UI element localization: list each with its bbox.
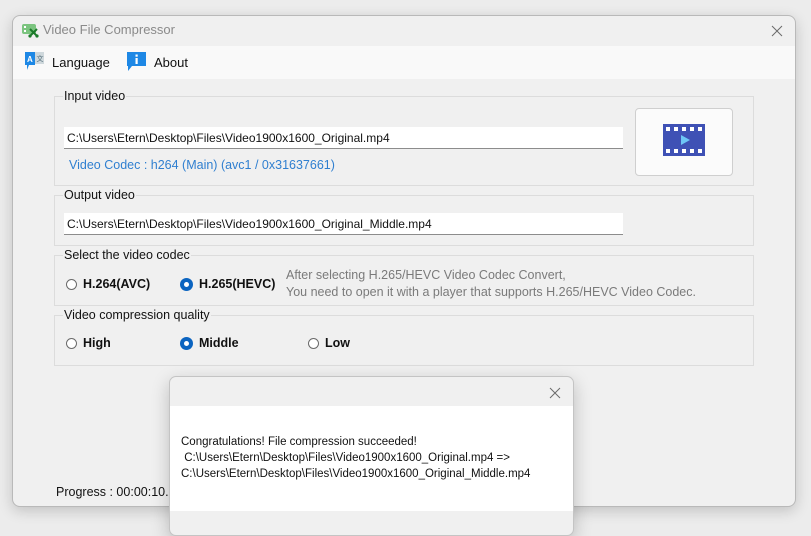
codec-hint-line1: After selecting H.265/HEVC Video Codec C… [286,268,566,282]
radio-label-high: High [83,336,111,350]
radio-h265[interactable]: H.265(HEVC) [180,277,275,291]
input-codec-info: Video Codec : h264 (Main) (avc1 / 0x3163… [69,158,335,172]
codec-label: Select the video codec [63,248,191,263]
codec-hint-line2: You need to open it with a player that s… [286,285,696,299]
radio-indicator [66,278,77,290]
svg-text:文: 文 [37,54,44,63]
codec-group: Select the video codec H.264(AVC) H.265(… [54,248,754,306]
dialog-body: Congratulations! File compression succee… [170,406,573,511]
quality-group: Video compression quality High Middle Lo… [54,308,754,366]
input-video-group: Input video Video Codec : h264 (Main) (a… [54,89,754,186]
window-close-button[interactable] [765,20,789,42]
quality-label: Video compression quality [63,308,211,323]
dialog-close-button[interactable] [543,382,567,404]
radio-quality-low[interactable]: Low [308,336,350,350]
film-play-icon [663,123,705,161]
menu-item-language[interactable]: A 文 Language [24,46,110,79]
menu-item-about[interactable]: About [126,46,188,79]
svg-text:A: A [27,55,33,64]
menu-label-language: Language [52,55,110,70]
radio-indicator [308,337,319,349]
menu-label-about: About [154,55,188,70]
title-bar: Video File Compressor [13,16,795,46]
output-video-group: Output video [54,188,754,246]
dialog-message: Congratulations! File compression succee… [181,436,531,480]
close-icon [771,25,783,37]
video-scissors-icon [22,23,39,38]
success-dialog: Congratulations! File compression succee… [169,376,574,536]
close-icon [549,387,561,399]
browse-input-button[interactable] [635,108,733,176]
info-icon [126,50,148,75]
menu-bar: A 文 Language About [13,46,795,79]
output-video-path-field[interactable] [64,213,623,235]
radio-quality-middle[interactable]: Middle [180,336,239,350]
radio-label-low: Low [325,336,350,350]
radio-label-h264: H.264(AVC) [83,277,151,291]
input-video-path-field[interactable] [64,127,623,149]
output-video-label: Output video [63,188,136,203]
radio-indicator [66,337,77,349]
radio-quality-high[interactable]: High [66,336,111,350]
language-icon: A 文 [24,50,46,75]
radio-label-h265: H.265(HEVC) [199,277,276,291]
progress-status: Progress : 00:00:10. [56,485,169,499]
window-title: Video File Compressor [43,22,175,37]
input-video-label: Input video [63,89,127,104]
radio-indicator-checked [180,336,193,350]
radio-indicator-checked [180,277,193,291]
radio-h264[interactable]: H.264(AVC) [66,277,150,291]
radio-label-middle: Middle [199,336,239,350]
